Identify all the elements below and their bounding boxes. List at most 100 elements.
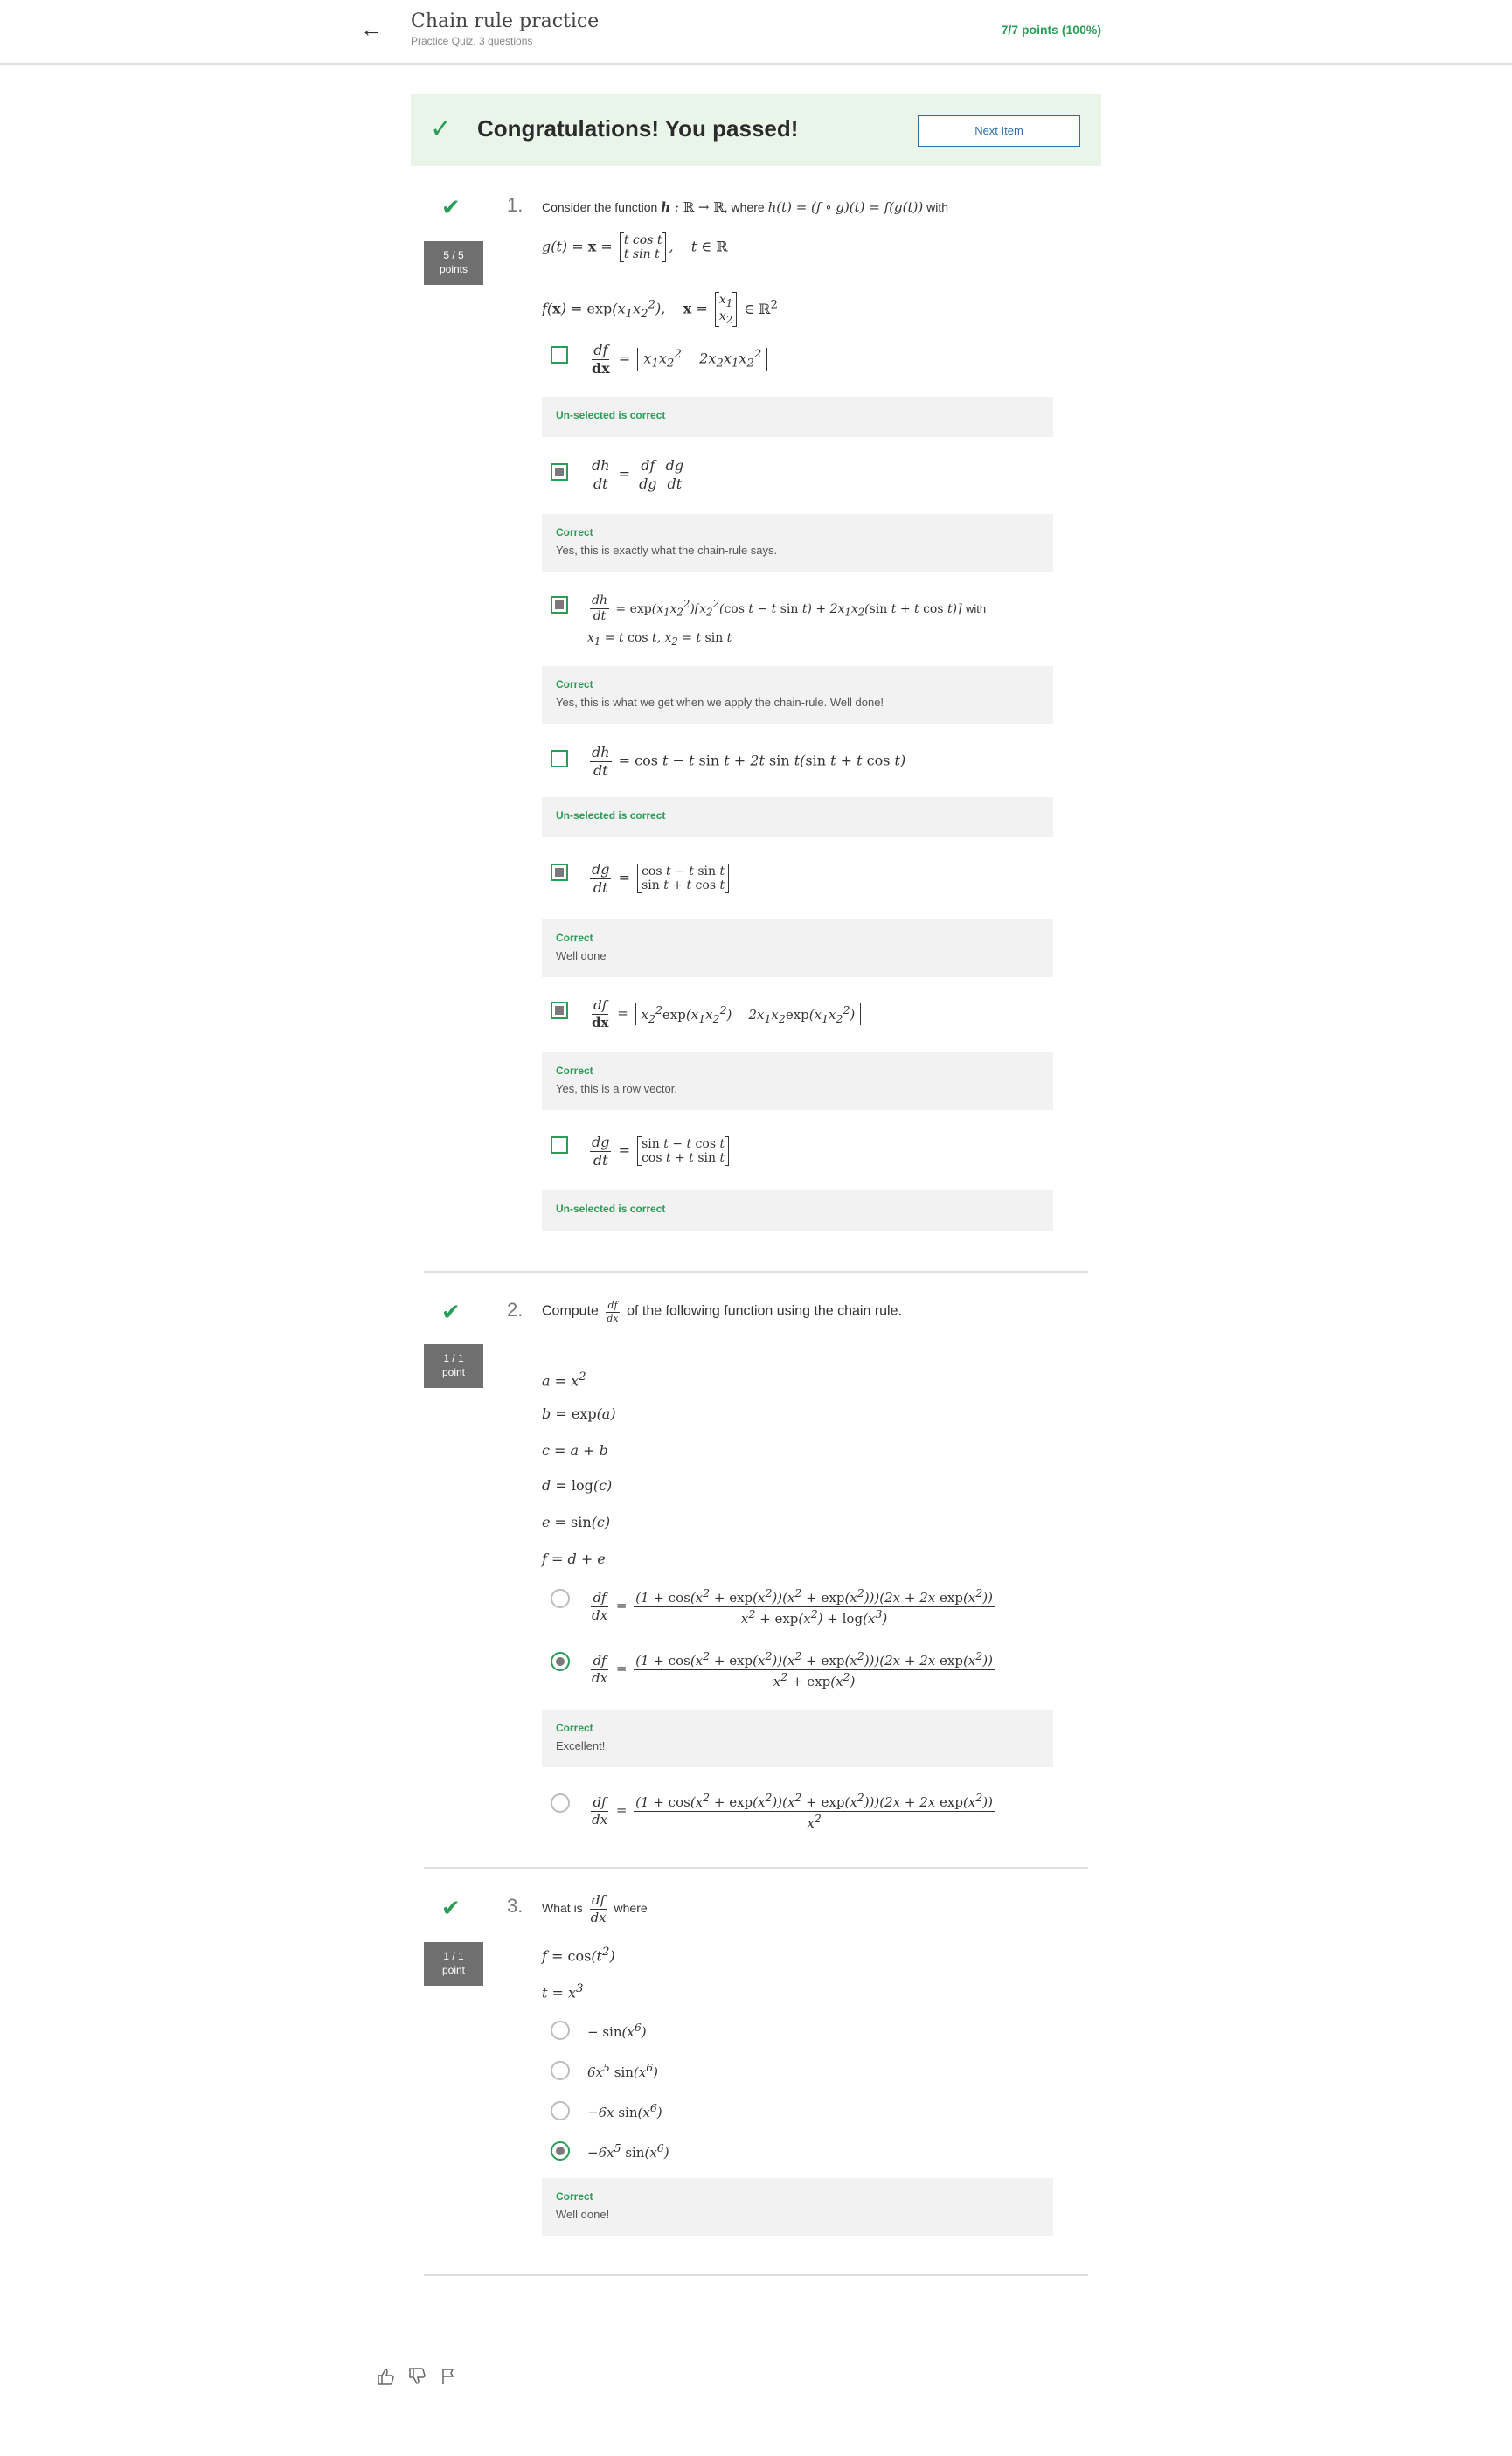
question-divider bbox=[424, 2274, 1088, 2276]
check-icon: ✔ bbox=[441, 1895, 461, 1921]
badge-unit: point bbox=[441, 1366, 466, 1378]
option-radio[interactable] bbox=[551, 1589, 570, 1608]
option-math: dh dt = cos t − t sin t + 2t sin t(sin t … bbox=[590, 744, 906, 779]
feedback-box: Correct Excellent! bbox=[542, 1710, 1053, 1767]
question-prompt: What is df dx where bbox=[542, 1893, 648, 1925]
stem-line: f = cos(t2) bbox=[542, 1946, 615, 1965]
prompt-math: h : ℝ → ℝ bbox=[661, 199, 725, 215]
option-math: − sin(x6) bbox=[587, 2021, 647, 2040]
badge-score: 1 / 1 bbox=[443, 1950, 464, 1962]
feedback-title: Un-selected is correct bbox=[556, 809, 666, 822]
stem-line: d = log(c) bbox=[542, 1477, 613, 1494]
pass-message: Congratulations! You passed! bbox=[477, 115, 799, 142]
option-radio[interactable] bbox=[551, 1652, 570, 1671]
option-radio[interactable] bbox=[551, 2141, 570, 2161]
feedback-box: Correct Well done bbox=[542, 919, 1053, 977]
next-item-button[interactable]: Next Item bbox=[918, 115, 1080, 147]
question-number: 3. bbox=[507, 1895, 524, 1917]
badge-unit: point bbox=[441, 1964, 466, 1976]
feedback-box: Correct Yes, this is a row vector. bbox=[542, 1052, 1053, 1110]
option-checkbox[interactable] bbox=[551, 346, 568, 364]
check-icon: ✔ bbox=[441, 194, 461, 220]
badge-score: 1 / 1 bbox=[443, 1352, 464, 1364]
question-divider bbox=[424, 1867, 1088, 1869]
prompt-with: with bbox=[926, 200, 949, 214]
option-math: dg dt = sin t − t cos t cos t + t sin t bbox=[587, 1134, 732, 1168]
check-icon: ✓ bbox=[430, 114, 453, 143]
question-divider bbox=[424, 1271, 1088, 1273]
page-subtitle: Practice Quiz, 3 questions bbox=[411, 35, 533, 47]
question-prompt: Compute df dx of the following function u… bbox=[542, 1300, 902, 1324]
badge-score: 5 / 5 bbox=[443, 249, 464, 261]
prompt-suffix: of the following function using the chai… bbox=[627, 1303, 902, 1319]
option-math: 6x5 sin(x6) bbox=[587, 2061, 659, 2080]
quiz-header: ← Chain rule practice Practice Quiz, 3 q… bbox=[0, 0, 1512, 65]
option-radio[interactable] bbox=[551, 2101, 570, 2120]
feedback-title: Un-selected is correct bbox=[556, 409, 666, 421]
option-checkbox[interactable] bbox=[551, 1002, 568, 1019]
stem-g-definition: g(t) = x = t cos tt sin t, t ∈ ℝ bbox=[542, 232, 728, 263]
points-badge: 5 / 5 points bbox=[424, 241, 483, 285]
prompt-suffix: where bbox=[614, 1901, 648, 1915]
question-prompt: Consider the function h : ℝ → ℝ, where h… bbox=[542, 199, 948, 215]
option-checkbox[interactable] bbox=[551, 750, 568, 767]
stem-line: c = a + b bbox=[542, 1442, 608, 1459]
option-math: −6x5 sin(x6) bbox=[587, 2141, 669, 2161]
feedback-box: Un-selected is correct bbox=[542, 397, 1053, 437]
feedback-body: Yes, this is exactly what the chain-rule… bbox=[556, 544, 778, 557]
stem-line: a = x2 bbox=[542, 1370, 586, 1390]
stem-line: f = d + e bbox=[542, 1551, 606, 1567]
stem-line: b = exp(a) bbox=[542, 1405, 616, 1422]
option-with: with bbox=[966, 601, 987, 615]
option-radio[interactable] bbox=[551, 2061, 570, 2080]
option-math: dg dt = cos t − t sin t sin t + t cos t bbox=[587, 862, 732, 895]
option-math-substitution: x1 = t cos t, x2 = t sin t bbox=[587, 631, 732, 648]
option-checkbox[interactable] bbox=[551, 463, 568, 481]
option-radio[interactable] bbox=[551, 1793, 570, 1813]
feedback-title: Correct bbox=[556, 678, 593, 690]
feedback-title: Correct bbox=[556, 2190, 593, 2203]
feedback-title: Correct bbox=[556, 932, 593, 944]
feedback-box: Un-selected is correct bbox=[542, 797, 1053, 837]
feedback-box: Correct Yes, this is exactly what the ch… bbox=[542, 514, 1053, 572]
points-badge: 1 / 1 point bbox=[424, 1344, 483, 1388]
prompt-math: df dx bbox=[590, 1892, 607, 1925]
feedback-body: Yes, this is what we get when we apply t… bbox=[556, 696, 884, 709]
option-checkbox[interactable] bbox=[551, 1136, 568, 1154]
feedback-box: Correct Well done! bbox=[542, 2178, 1053, 2236]
feedback-body: Well done! bbox=[556, 2208, 610, 2221]
prompt-math-def: h(t) = (f ∘ g)(t) = f(g(t)) bbox=[767, 199, 924, 215]
feedback-title: Un-selected is correct bbox=[556, 1203, 666, 1215]
option-checkbox[interactable] bbox=[551, 864, 568, 881]
feedback-box: Correct Yes, this is what we get when we… bbox=[542, 666, 1053, 724]
stem-f-definition: f(x) = exp(x1x22), x = x1 x2 ∈ ℝ2 bbox=[542, 292, 778, 328]
prompt-prefix: Compute bbox=[542, 1303, 599, 1319]
option-math: df dx = x1x22 2x2x1x22 bbox=[587, 343, 770, 376]
feedback-title: Correct bbox=[556, 1722, 593, 1734]
option-math: dh dt = exp(x1x22)[x22(cos t − t sin t) +… bbox=[590, 593, 987, 624]
prompt-prefix: What is bbox=[542, 1901, 583, 1915]
option-math: dh dt = df dg dg dt bbox=[590, 457, 686, 492]
back-arrow-icon[interactable]: ← bbox=[358, 16, 385, 42]
option-math: −6x sin(x6) bbox=[587, 2101, 662, 2120]
feedback-body: Well done bbox=[556, 949, 607, 962]
option-radio[interactable] bbox=[551, 2021, 570, 2040]
thumbs-down-icon[interactable] bbox=[407, 2367, 427, 2391]
prompt-prefix: Consider the function bbox=[542, 200, 658, 214]
page-title: Chain rule practice bbox=[411, 10, 600, 32]
badge-unit: points bbox=[439, 263, 468, 275]
check-icon: ✔ bbox=[441, 1299, 461, 1325]
feedback-body: Yes, this is a row vector. bbox=[556, 1082, 677, 1095]
option-checkbox[interactable] bbox=[551, 596, 568, 614]
question-number: 1. bbox=[507, 194, 524, 216]
option-math: df dx = (1 + cos(x2 + exp(x2))(x2 + exp(x… bbox=[591, 1791, 995, 1831]
prompt-where: , where bbox=[724, 200, 765, 214]
stem-line: t = x3 bbox=[542, 1982, 584, 2002]
flag-icon[interactable] bbox=[439, 2367, 458, 2391]
feedback-box: Un-selected is correct bbox=[542, 1190, 1053, 1231]
thumbs-up-icon[interactable] bbox=[376, 2367, 395, 2391]
stem-line: e = sin(c) bbox=[542, 1514, 611, 1530]
option-math: df dx = (1 + cos(x2 + exp(x2))(x2 + exp(x… bbox=[591, 1586, 995, 1627]
option-math: df dx = (1 + cos(x2 + exp(x2))(x2 + exp(x… bbox=[591, 1649, 995, 1689]
pass-banner: ✓ Congratulations! You passed! Next Item bbox=[411, 94, 1101, 166]
